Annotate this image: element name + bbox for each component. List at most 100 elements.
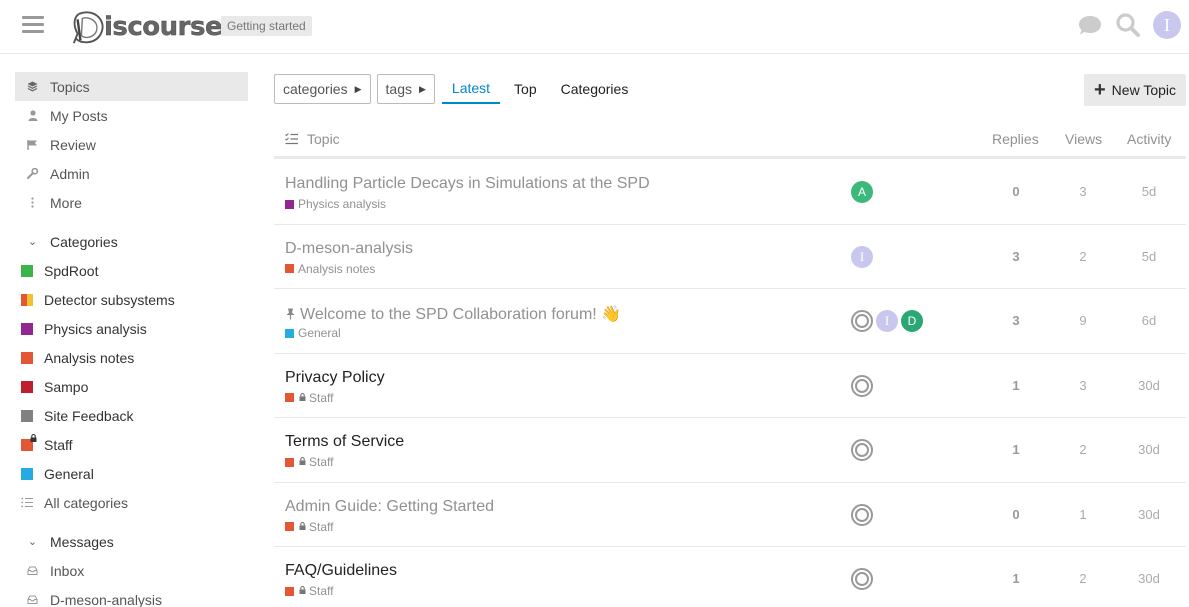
activity-time[interactable]: 30d: [1129, 571, 1169, 586]
user-avatar[interactable]: I: [1153, 11, 1181, 39]
category-label: Staff: [309, 519, 334, 534]
topic-title-link[interactable]: Handling Particle Decays in Simulations …: [285, 175, 650, 193]
sidebar-item-label: General: [44, 465, 94, 482]
site-logo[interactable]: iscourse: [70, 8, 223, 46]
topic-header-label: Topic: [307, 131, 340, 147]
categories-dropdown[interactable]: categories ▶: [274, 74, 371, 104]
category-label: Staff: [309, 390, 334, 405]
search-icon[interactable]: [1115, 12, 1141, 38]
category-label: Staff: [309, 455, 334, 469]
sidebar-item-topics[interactable]: Topics: [15, 72, 248, 101]
site-header: iscourse Getting started I: [0, 0, 1189, 54]
lock-icon: [30, 433, 37, 444]
chevron-down-icon: ⌄: [27, 536, 38, 548]
sidebar-item-my-posts[interactable]: My Posts: [15, 101, 248, 130]
activity-time[interactable]: 30d: [1129, 442, 1169, 457]
category-color-swatch: [21, 409, 33, 422]
topic-category-badge[interactable]: Staff: [285, 391, 333, 405]
sidebar-item-label: Admin: [50, 165, 90, 182]
sidebar-category-detector-subsystems[interactable]: Detector subsystems: [15, 285, 248, 314]
sidebar-category-site-feedback[interactable]: Site Feedback: [15, 401, 248, 430]
dropdown-label: tags: [385, 81, 412, 97]
replies-column-header[interactable]: Replies: [992, 131, 1039, 147]
topic-category-badge[interactable]: Analysis notes: [285, 262, 375, 276]
chevron-down-icon: ⌄: [27, 236, 38, 248]
vertical-dots-icon: [27, 197, 38, 208]
system-avatar[interactable]: [851, 310, 873, 332]
hamburger-icon[interactable]: [22, 16, 44, 34]
sidebar-category-staff[interactable]: Staff: [15, 430, 248, 459]
system-avatar[interactable]: [851, 374, 873, 397]
sidebar-item-all-categories[interactable]: All categories: [15, 488, 248, 517]
sidebar-category-general[interactable]: General: [15, 459, 248, 488]
topic-title-link[interactable]: Terms of Service: [285, 433, 404, 451]
topic-category-badge[interactable]: Staff: [285, 584, 333, 598]
poster-avatar[interactable]: A: [851, 181, 873, 203]
activity-time[interactable]: 6d: [1129, 313, 1169, 328]
topic-row: Handling Particle Decays in Simulations …: [274, 160, 1186, 225]
tab-latest[interactable]: Latest: [441, 74, 501, 104]
breadcrumb[interactable]: Getting started: [221, 16, 312, 36]
system-avatar[interactable]: [851, 503, 873, 526]
activity-column-header[interactable]: Activity: [1127, 131, 1171, 147]
chat-icon[interactable]: [1077, 12, 1103, 38]
system-avatar[interactable]: [851, 568, 873, 590]
posters: [851, 439, 873, 461]
topic-title-link[interactable]: D-meson-analysis: [285, 240, 413, 258]
navigation-bar: categories ▶ tags ▶ Latest Top Categorie…: [274, 74, 1186, 106]
tab-top[interactable]: Top: [500, 74, 551, 104]
activity-time[interactable]: 5d: [1129, 249, 1169, 264]
category-color-swatch: [21, 467, 33, 480]
sidebar-item-review[interactable]: Review: [15, 130, 248, 159]
sidebar-item-more[interactable]: More: [15, 188, 248, 217]
tags-dropdown[interactable]: tags ▶: [376, 74, 435, 104]
sidebar-item-label: More: [50, 194, 82, 211]
topic-title-link[interactable]: Welcome to the SPD Collaboration forum! …: [285, 304, 621, 324]
topic-row: Privacy Policy Staff 1 3 30d: [274, 354, 1186, 418]
sidebar-category-physics-analysis[interactable]: Physics analysis: [15, 314, 248, 343]
replies-count: 0: [1012, 184, 1020, 199]
poster-avatar[interactable]: I: [876, 310, 898, 332]
sidebar-section-categories[interactable]: ⌄ Categories: [15, 227, 248, 256]
sidebar-message-inbox[interactable]: Inbox: [15, 556, 248, 585]
poster-avatar[interactable]: I: [851, 245, 873, 268]
topic-row: FAQ/Guidelines Staff 1 2 30d: [274, 547, 1186, 607]
sidebar-category-sampo[interactable]: Sampo: [15, 372, 248, 401]
topic-category-badge[interactable]: General: [285, 326, 341, 340]
topic-row: D-meson-analysis Analysis notes I 3 2 5d: [274, 225, 1186, 289]
new-topic-button[interactable]: + New Topic: [1083, 74, 1186, 106]
category-color-swatch: [21, 380, 33, 393]
category-color-swatch: [285, 457, 294, 467]
sidebar-section-messages[interactable]: ⌄ Messages: [15, 527, 248, 556]
sidebar-item-admin[interactable]: Admin: [15, 159, 248, 188]
wrench-icon: [27, 168, 38, 179]
topic-row: Terms of Service Staff 1 2 30d: [274, 418, 1186, 483]
topic-category-badge[interactable]: Staff: [285, 520, 333, 534]
flag-icon: [27, 139, 38, 150]
views-count: 3: [1079, 377, 1087, 393]
topic-category-badge[interactable]: Physics analysis: [285, 197, 386, 211]
activity-time[interactable]: 30d: [1129, 507, 1169, 522]
category-color-swatch: [285, 199, 294, 209]
topic-title-link[interactable]: FAQ/Guidelines: [285, 562, 397, 580]
activity-time[interactable]: 5d: [1129, 184, 1169, 199]
sidebar-message-d-meson-analysis[interactable]: D-meson-analysis: [15, 585, 248, 607]
sidebar-category-analysis-notes[interactable]: Analysis notes: [15, 343, 248, 372]
lock-icon: [299, 392, 306, 403]
sidebar-item-label: Sampo: [44, 378, 89, 395]
views-count: 2: [1079, 571, 1087, 586]
category-label: General: [298, 326, 341, 340]
sidebar-category-spdroot[interactable]: SpdRoot: [15, 256, 248, 285]
topic-title-link[interactable]: Privacy Policy: [285, 369, 385, 387]
views-count: 2: [1079, 248, 1087, 264]
topic-category-badge[interactable]: Staff: [285, 455, 333, 469]
tab-categories[interactable]: Categories: [551, 74, 639, 104]
sidebar-item-label: All categories: [44, 494, 129, 511]
topic-column-header[interactable]: Topic: [285, 131, 340, 147]
topic-title-link[interactable]: Admin Guide: Getting Started: [285, 498, 494, 516]
views-column-header[interactable]: Views: [1065, 131, 1102, 147]
poster-avatar[interactable]: D: [901, 310, 923, 332]
system-avatar[interactable]: [851, 439, 873, 461]
activity-time[interactable]: 30d: [1129, 378, 1169, 393]
lock-icon: [299, 586, 306, 596]
